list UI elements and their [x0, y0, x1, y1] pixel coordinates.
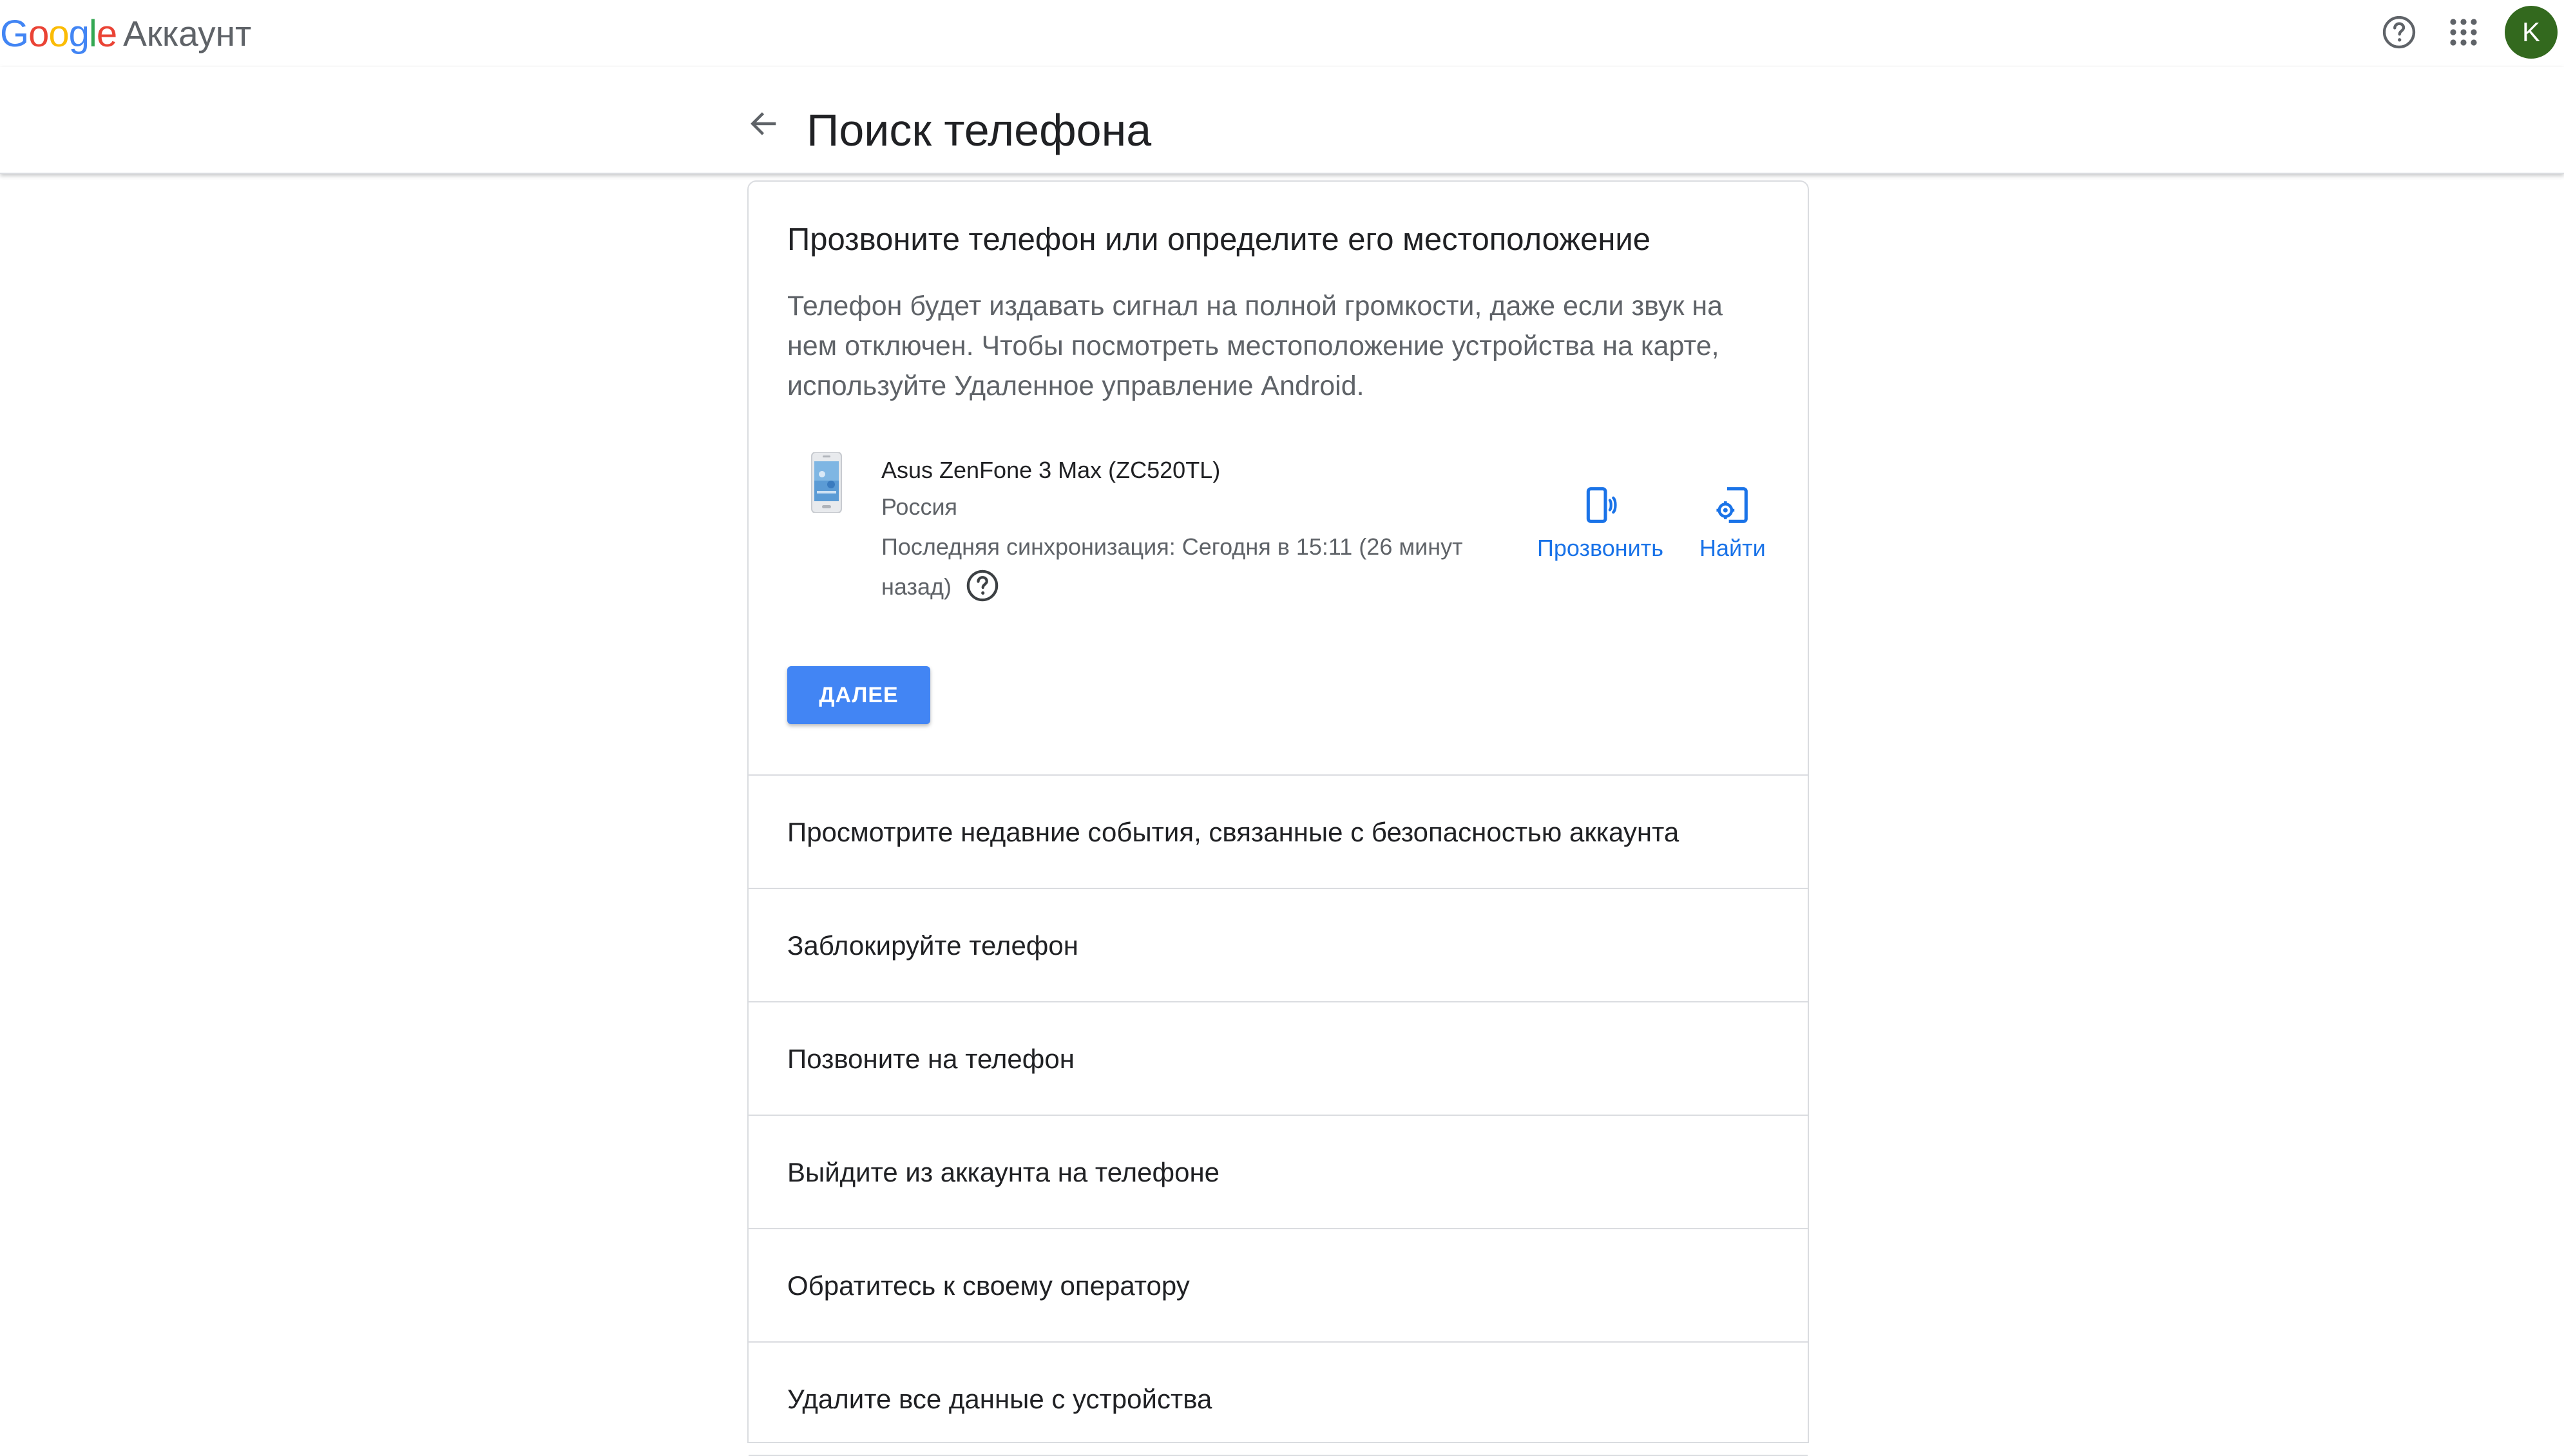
top-icons: K — [2367, 0, 2564, 64]
phone-locate-icon — [1716, 487, 1748, 523]
phone-ring-icon — [1586, 487, 1617, 523]
list-item-lock-phone[interactable]: Заблокируйте телефон — [749, 889, 1808, 1002]
device-country: Россия — [881, 493, 958, 520]
ring-phone-label: Прозвонить — [1537, 535, 1663, 561]
apps-grid-icon — [2450, 19, 2477, 46]
list-item-label: Удалите все данные с устройства — [787, 1384, 1212, 1414]
ring-or-locate-section: Прозвоните телефон или определите его ме… — [749, 182, 1808, 776]
ring-phone-button[interactable]: Прозвонить — [1537, 484, 1663, 562]
help-icon[interactable] — [964, 568, 1000, 604]
page-title: Поиск телефона — [807, 105, 1152, 155]
device-sync-status: Последняя синхронизация: Сегодня в 15:11… — [881, 527, 1500, 607]
avatar[interactable]: K — [2505, 6, 2558, 59]
find-phone-button[interactable]: Найти — [1699, 484, 1766, 562]
next-button[interactable]: ДАЛЕЕ — [787, 666, 930, 724]
logo-letter: G — [0, 12, 29, 55]
list-item-erase-device[interactable]: Удалите все данные с устройства — [749, 1343, 1808, 1456]
list-item-label: Просмотрите недавние события, связанные … — [787, 817, 1679, 847]
section-title: Прозвоните телефон или определите его ме… — [787, 222, 1651, 257]
help-icon — [2382, 15, 2416, 49]
product-name: Аккаунт — [123, 14, 252, 53]
list-item-label: Заблокируйте телефон — [787, 930, 1078, 961]
logo-letter: o — [48, 12, 69, 55]
page-header: Поиск телефона — [0, 67, 2564, 174]
section-description: Телефон будет издавать сигнал на полной … — [787, 291, 1723, 401]
phone-device-image — [811, 452, 842, 513]
device-name: Asus ZenFone 3 Max (ZC520TL) — [881, 457, 1221, 483]
find-phone-label: Найти — [1699, 535, 1766, 561]
list-item-security-events[interactable]: Просмотрите недавние события, связанные … — [749, 776, 1808, 889]
logo-letter: g — [68, 12, 90, 55]
list-item-sign-out[interactable]: Выйдите из аккаунта на телефоне — [749, 1116, 1808, 1229]
list-item-call-phone[interactable]: Позвоните на телефон — [749, 1002, 1808, 1116]
list-item-contact-carrier[interactable]: Обратитесь к своему оператору — [749, 1229, 1808, 1343]
google-account-logo[interactable]: Google Аккаунт — [0, 6, 251, 61]
device-info: Asus ZenFone 3 Max (ZC520TL) Россия Посл… — [881, 452, 1500, 607]
list-item-label: Обратитесь к своему оператору — [787, 1270, 1190, 1301]
logo-letter: o — [28, 12, 49, 55]
list-item-label: Позвоните на телефон — [787, 1044, 1075, 1074]
back-button[interactable] — [740, 101, 786, 147]
apps-button[interactable] — [2431, 0, 2496, 64]
find-phone-card: Прозвоните телефон или определите его ме… — [747, 180, 1809, 1456]
logo-letter: l — [88, 12, 97, 55]
logo-letter: e — [96, 12, 117, 55]
help-button[interactable] — [2367, 0, 2431, 64]
arrow-left-icon — [751, 112, 776, 135]
top-bar: Google Аккаунт K — [0, 0, 2564, 67]
list-item-label: Выйдите из аккаунта на телефоне — [787, 1157, 1220, 1187]
